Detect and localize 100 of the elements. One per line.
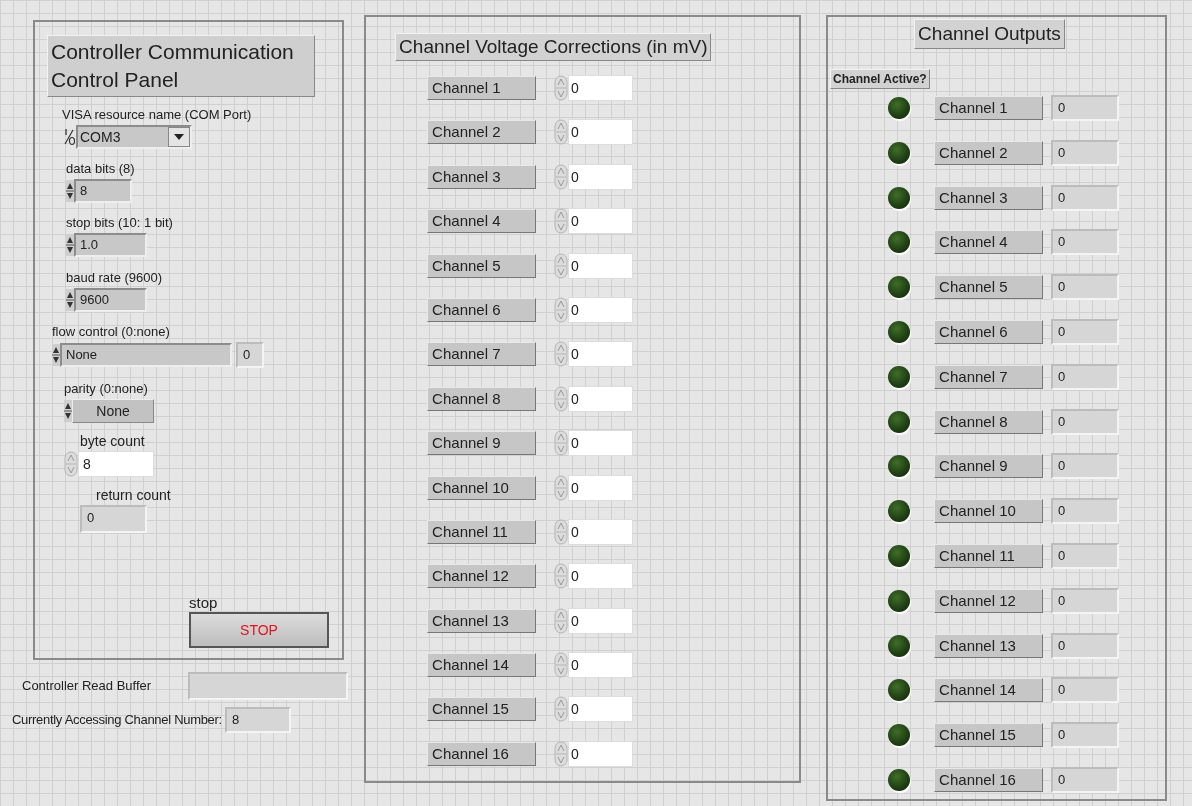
number-field[interactable]: 0 <box>568 518 634 545</box>
control-label: data bits (8) <box>66 161 136 177</box>
channel-label: Channel 15 <box>934 723 1044 748</box>
channel-label: Channel 7 <box>934 364 1044 389</box>
channel-label: Channel 11 <box>934 543 1044 568</box>
control-label: flow control (0:none) <box>52 324 171 340</box>
number-field[interactable]: 0 <box>568 208 634 235</box>
number-display: 0 <box>1051 319 1120 345</box>
field-label: Controller Read Buffer <box>22 677 152 696</box>
channel-label: Channel 16 <box>934 767 1044 792</box>
number-field[interactable]: 8 <box>78 451 154 477</box>
channel-label: Channel 6 <box>427 297 537 322</box>
spinner-arrows-icon[interactable] <box>554 652 569 679</box>
control-label: parity (0:none) <box>64 381 149 397</box>
number-field[interactable]: 0 <box>568 252 634 279</box>
ring-field[interactable]: None <box>72 399 154 423</box>
panel-title: Channel Outputs <box>914 19 1065 49</box>
channel-label: Channel 2 <box>934 140 1044 165</box>
index-display: 0 <box>236 342 264 368</box>
number-field[interactable]: 0 <box>568 563 634 590</box>
spinner-arrows-icon[interactable] <box>554 296 569 323</box>
number-display: 0 <box>80 505 147 533</box>
spinner-arrows-icon[interactable] <box>554 119 569 146</box>
channel-label: Channel 5 <box>427 253 537 278</box>
channel-label: Channel 4 <box>427 209 537 234</box>
spinner-arrows-icon[interactable] <box>554 385 569 412</box>
number-field[interactable]: 0 <box>568 341 634 368</box>
channel-label: Channel 10 <box>427 475 537 500</box>
number-display: 0 <box>1051 498 1120 525</box>
channel-label: Channel 3 <box>934 185 1044 210</box>
control-label: return count <box>96 487 172 503</box>
control-label: byte count <box>80 433 146 449</box>
control-label: VISA resource name (COM Port) <box>62 107 253 123</box>
number-display: 0 <box>1051 632 1120 659</box>
spinner-arrows-icon[interactable] <box>554 430 569 457</box>
spinner-arrows-icon[interactable] <box>554 563 569 590</box>
number-field[interactable]: 0 <box>568 75 634 101</box>
spinner-arrows-icon[interactable] <box>554 518 569 545</box>
ring-field[interactable]: None <box>60 343 232 367</box>
channel-label: Channel 9 <box>934 454 1044 479</box>
panel-title: Controller Communication Control Panel <box>47 35 315 97</box>
number-field[interactable]: 9600 <box>74 288 147 312</box>
number-field[interactable]: 0 <box>568 740 634 767</box>
dropdown-field[interactable]: COM3 <box>76 125 192 149</box>
channel-label: Channel 7 <box>427 342 537 367</box>
spinner-arrows-icon[interactable] <box>554 252 569 279</box>
spinner-arrows-icon[interactable] <box>554 341 569 368</box>
spinner-arrows-icon[interactable] <box>554 163 569 190</box>
spinner-arrows-icon[interactable] <box>554 696 569 723</box>
channel-label: Channel 4 <box>934 230 1044 255</box>
caret-icon[interactable] <box>174 134 184 140</box>
number-display: 8 <box>224 707 291 733</box>
number-field[interactable]: 0 <box>568 607 634 634</box>
number-field[interactable]: 0 <box>568 474 634 501</box>
number-field[interactable]: 0 <box>568 652 634 679</box>
control-label: baud rate (9600) <box>66 270 164 286</box>
channel-label: Channel 9 <box>427 431 537 456</box>
field-label: Currently Accessing Channel Number: <box>12 711 222 730</box>
number-display: 0 <box>1051 363 1120 390</box>
number-display: 0 <box>1051 139 1120 166</box>
number-field[interactable]: 0 <box>568 696 634 723</box>
channel-label: Channel 13 <box>934 633 1044 658</box>
channel-label: Channel 2 <box>427 120 537 145</box>
spinner-arrows-icon[interactable] <box>554 208 569 235</box>
channel-label: Channel 11 <box>427 519 537 544</box>
column-header: Channel Active? <box>830 69 930 89</box>
channel-label: Channel 10 <box>934 499 1044 524</box>
panel-title: Channel Voltage Corrections (in mV) <box>395 33 712 61</box>
channel-label: Channel 12 <box>934 588 1044 613</box>
channel-label: Channel 14 <box>427 653 537 678</box>
spinner-arrows-icon[interactable] <box>64 451 78 477</box>
number-display: 0 <box>1051 229 1120 256</box>
spinner-arrows-icon[interactable] <box>554 740 569 767</box>
spinner-arrows-icon[interactable] <box>554 607 569 634</box>
number-field[interactable]: 0 <box>568 385 634 412</box>
button-label: stop <box>189 594 219 612</box>
number-field[interactable]: 0 <box>568 119 634 146</box>
spinner-arrows-icon[interactable] <box>554 474 569 501</box>
number-display: 0 <box>1051 453 1120 480</box>
number-field[interactable]: 8 <box>74 179 132 203</box>
channel-label: Channel 15 <box>427 697 537 722</box>
number-display: 0 <box>1051 184 1120 211</box>
channel-label: Channel 8 <box>427 386 537 411</box>
number-display: 0 <box>1051 677 1120 704</box>
number-display: 0 <box>1051 408 1120 435</box>
io-icon[interactable] <box>62 127 76 147</box>
number-field[interactable]: 0 <box>568 430 634 457</box>
spinner-arrows-icon[interactable] <box>554 75 569 101</box>
channel-label: Channel 16 <box>427 741 537 766</box>
number-field[interactable]: 0 <box>568 163 634 190</box>
number-display: 0 <box>1051 95 1120 121</box>
channel-label: Channel 13 <box>427 608 537 633</box>
channel-label: Channel 14 <box>934 678 1044 703</box>
number-display: 0 <box>1051 766 1120 793</box>
channel-label: Channel 6 <box>934 320 1044 344</box>
channel-label: Channel 1 <box>427 76 537 100</box>
number-field[interactable]: 0 <box>568 296 634 323</box>
channel-label: Channel 12 <box>427 564 537 589</box>
number-display: 0 <box>1051 274 1120 301</box>
number-field[interactable]: 1.0 <box>74 233 147 257</box>
